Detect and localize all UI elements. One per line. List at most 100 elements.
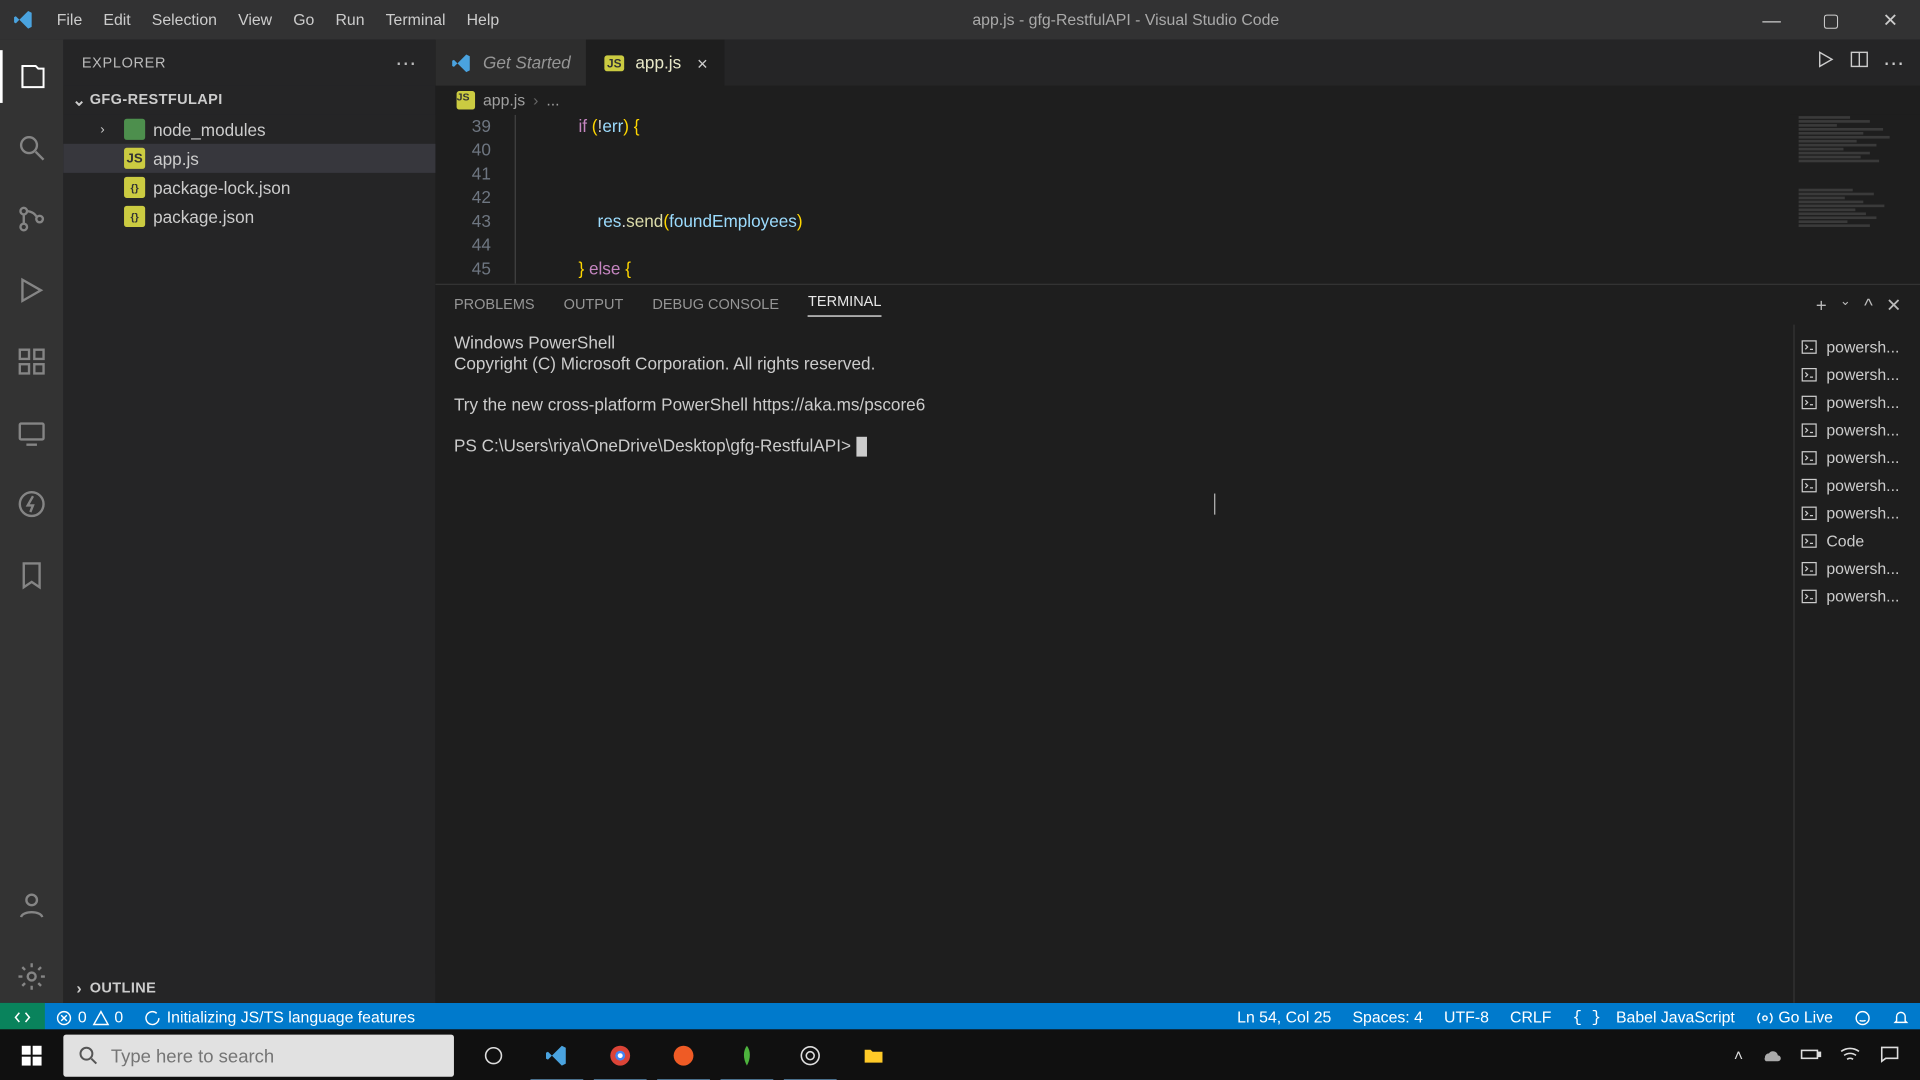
code-body[interactable]: if (!err) { res.send(foundEmployees) } e… [515, 115, 1920, 284]
tree-file-package-lock[interactable]: {} package-lock.json [63, 173, 435, 202]
tree-folder-node-modules[interactable]: › node_modules [63, 115, 435, 144]
tree-file-app-js[interactable]: JS app.js [63, 144, 435, 173]
more-actions-icon[interactable]: ⋯ [1883, 49, 1904, 75]
panel-close-icon[interactable]: ✕ [1886, 294, 1901, 316]
tray-chevron-icon[interactable]: ˄ [1734, 1046, 1743, 1064]
task-view-icon[interactable] [462, 1029, 525, 1080]
terminal-tab-item[interactable]: powersh... [1800, 554, 1915, 582]
activity-thunder-icon[interactable] [0, 478, 63, 531]
activity-run-icon[interactable] [0, 264, 63, 317]
statusbar: 0 0 Initializing JS/TS language features… [0, 1003, 1920, 1032]
explorer-project-header[interactable]: ⌄ GFG-RESTFULAPI [63, 86, 435, 115]
status-ln-col[interactable]: Ln 54, Col 25 [1227, 1008, 1342, 1026]
tray-battery-icon[interactable] [1799, 1042, 1823, 1070]
status-spaces[interactable]: Spaces: 4 [1342, 1008, 1434, 1026]
taskbar-obs-icon[interactable] [779, 1029, 842, 1080]
tab-close-icon[interactable]: × [697, 52, 708, 73]
editor-tabs: Get Started JS app.js × ⋯ [435, 40, 1920, 86]
window-maximize-icon[interactable]: ▢ [1801, 9, 1860, 31]
panel-tab-problems[interactable]: PROBLEMS [454, 297, 535, 313]
status-eol[interactable]: CRLF [1499, 1008, 1561, 1026]
taskbar-file-explorer-icon[interactable] [842, 1029, 905, 1080]
tab-app-js[interactable]: JS app.js × [588, 40, 725, 86]
menu-terminal[interactable]: Terminal [375, 11, 456, 29]
status-feedback-icon[interactable] [1843, 1008, 1881, 1026]
status-init[interactable]: Initializing JS/TS language features [134, 1008, 426, 1026]
minimap[interactable] [1791, 115, 1920, 284]
panel-tabs: PROBLEMS OUTPUT DEBUG CONSOLE TERMINAL +… [435, 285, 1920, 325]
taskbar-search[interactable] [63, 1035, 454, 1077]
breadcrumb-file: app.js [483, 91, 525, 109]
tree-file-package-json[interactable]: {} package.json [63, 202, 435, 231]
window-minimize-icon[interactable]: — [1742, 9, 1801, 31]
menu-edit[interactable]: Edit [93, 11, 141, 29]
window-close-icon[interactable]: ✕ [1861, 9, 1920, 31]
activity-accounts-icon[interactable] [0, 879, 63, 932]
status-encoding[interactable]: UTF-8 [1433, 1008, 1499, 1026]
terminal-tab-item[interactable]: powersh... [1800, 582, 1915, 610]
status-bell-icon[interactable] [1882, 1008, 1920, 1026]
tab-get-started[interactable]: Get Started [435, 40, 587, 86]
panel-tab-debug-console[interactable]: DEBUG CONSOLE [652, 297, 779, 313]
activity-settings-icon[interactable] [0, 950, 63, 1003]
status-go-live[interactable]: Go Live [1745, 1008, 1843, 1026]
tray-notifications-icon[interactable] [1878, 1042, 1902, 1070]
run-icon[interactable] [1814, 49, 1835, 77]
taskbar-postman-icon[interactable] [652, 1029, 715, 1080]
start-button-icon[interactable] [0, 1044, 63, 1068]
terminal-tab-item[interactable]: powersh... [1800, 499, 1915, 527]
panel-maximize-icon[interactable]: ^ [1864, 294, 1873, 316]
menu-help[interactable]: Help [456, 11, 510, 29]
editor-area: Get Started JS app.js × ⋯ JS app.js [435, 40, 1920, 1003]
breadcrumb[interactable]: JS app.js › ... [435, 86, 1920, 115]
chevron-right-icon: › [69, 979, 90, 997]
split-editor-icon[interactable] [1849, 49, 1870, 77]
terminal-tab-item[interactable]: powersh... [1800, 416, 1915, 444]
activity-search-icon[interactable] [0, 121, 63, 174]
activity-source-control-icon[interactable] [0, 193, 63, 246]
tray-wifi-icon[interactable] [1838, 1042, 1862, 1070]
activity-remote-icon[interactable] [0, 406, 63, 459]
taskbar-search-input[interactable] [111, 1045, 441, 1066]
code-editor[interactable]: 39404142434445 if (!err) { res.send(foun… [435, 115, 1920, 284]
activity-extensions-icon[interactable] [0, 335, 63, 388]
panel-tab-output[interactable]: OUTPUT [564, 297, 624, 313]
terminal-tab-item[interactable]: Code [1800, 527, 1915, 555]
sidebar-title: EXPLORER [82, 55, 166, 71]
menu-run[interactable]: Run [325, 11, 375, 29]
terminal-output[interactable]: Windows PowerShell Copyright (C) Microso… [435, 325, 1793, 1003]
vscode-logo-icon [0, 9, 46, 30]
status-errors[interactable]: 0 0 [45, 1008, 134, 1026]
system-tray: ˄ [1734, 1042, 1920, 1070]
taskbar-chrome-icon[interactable] [589, 1029, 652, 1080]
tray-onedrive-icon[interactable] [1759, 1042, 1783, 1070]
terminal-dropdown-icon[interactable]: ⌄ [1840, 294, 1851, 316]
folder-icon [124, 119, 145, 140]
menu-selection[interactable]: Selection [141, 11, 227, 29]
activity-bookmark-icon[interactable] [0, 549, 63, 602]
remote-indicator-icon[interactable] [0, 1003, 45, 1032]
terminal-tab-item[interactable]: powersh... [1800, 360, 1915, 388]
terminal-cursor [856, 437, 867, 457]
chevron-right-icon: › [100, 122, 116, 137]
terminal-tab-item[interactable]: powersh... [1800, 443, 1915, 471]
panel-tab-terminal[interactable]: TERMINAL [808, 294, 881, 316]
js-file-icon: JS [457, 91, 475, 109]
menu-file[interactable]: File [46, 11, 93, 29]
terminal-tab-item[interactable]: powersh... [1800, 333, 1915, 361]
terminal-tab-item[interactable]: powersh... [1800, 471, 1915, 499]
json-file-icon: {} [124, 177, 145, 198]
new-terminal-icon[interactable]: + [1816, 294, 1827, 316]
terminal-tab-item[interactable]: powersh... [1800, 388, 1915, 416]
breadcrumb-separator-icon: › [533, 91, 538, 109]
chevron-down-icon: ⌄ [69, 91, 90, 109]
status-language[interactable]: { } Babel JavaScript [1562, 1008, 1745, 1026]
menu-go[interactable]: Go [283, 11, 325, 29]
activity-explorer-icon[interactable] [0, 50, 63, 103]
taskbar-vscode-icon[interactable] [525, 1029, 588, 1080]
outline-header[interactable]: › OUTLINE [63, 974, 435, 1003]
js-file-icon: JS [124, 148, 145, 169]
sidebar-more-icon[interactable]: ⋯ [395, 49, 417, 75]
taskbar-mongodb-icon[interactable] [715, 1029, 778, 1080]
menu-view[interactable]: View [228, 11, 283, 29]
